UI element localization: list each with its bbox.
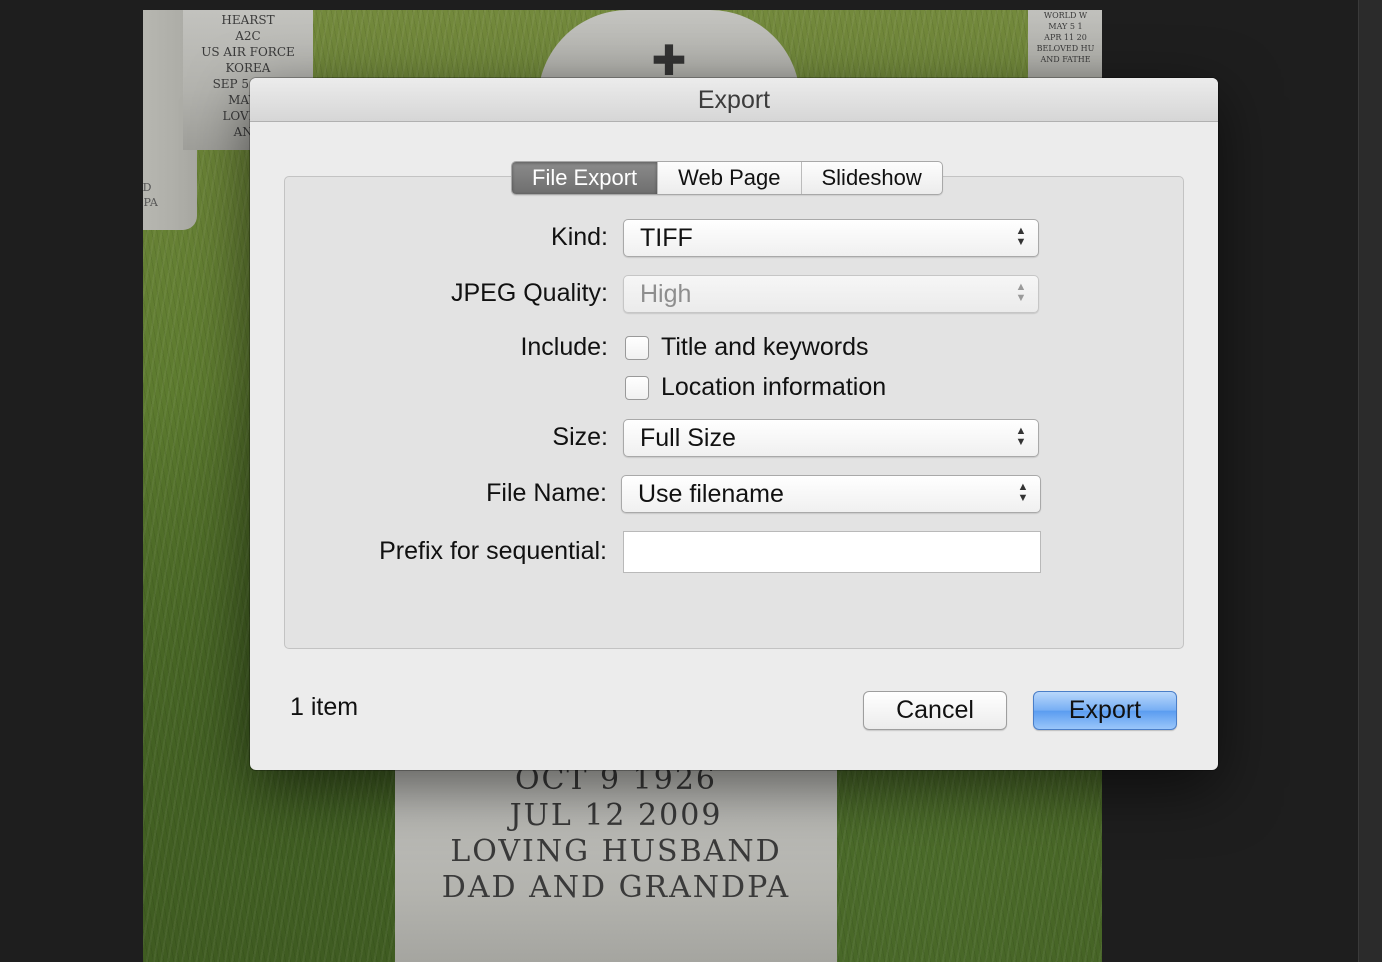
headstone-line: MAY 5 1 (1048, 22, 1083, 31)
headstone-line: A2C (235, 29, 261, 43)
file-name-popup[interactable]: Use filename ▲ ▼ (621, 475, 1041, 513)
headstone-line: 9 (143, 165, 158, 180)
include-location-info[interactable]: Location information (625, 373, 886, 402)
kind-popup[interactable]: TIFF ▲ ▼ (623, 219, 1039, 257)
window-edge-strip (1358, 0, 1382, 962)
headstone-line: AND (143, 181, 152, 194)
popup-arrows-icon: ▲ ▼ (1017, 481, 1029, 504)
popup-arrows-icon: ▲ ▼ (1015, 425, 1027, 448)
headstone-far-left-text: 9 AND NDPA (143, 165, 158, 210)
prefix-label: Prefix for sequential: (379, 537, 607, 565)
headstone-line: JUL 12 2009 (509, 798, 723, 833)
headstone-line: US AIR FORCE (201, 45, 295, 59)
tab-file-export[interactable]: File Export (512, 162, 658, 194)
size-value: Full Size (640, 424, 736, 452)
cross-icon: ✚ (651, 36, 687, 85)
kind-value: TIFF (640, 224, 693, 252)
export-button[interactable]: Export (1033, 691, 1177, 730)
tab-slideshow[interactable]: Slideshow (800, 162, 942, 194)
kind-label: Kind: (551, 223, 608, 251)
headstone-line: WORLD W (1043, 11, 1088, 20)
headstone-line: KOREA (225, 61, 271, 75)
size-popup[interactable]: Full Size ▲ ▼ (623, 419, 1039, 457)
headstone-line: HEARST (221, 13, 275, 27)
headstone-bottom: OCT 9 1926 JUL 12 2009 LOVING HUSBAND DA… (395, 750, 837, 962)
title-keywords-checkbox[interactable] (625, 335, 649, 360)
location-info-label: Location information (661, 373, 887, 401)
headstone-line: APR 11 20 (1044, 33, 1087, 42)
headstone-line: BELOVED HU (1036, 44, 1095, 53)
title-keywords-label: Title and keywords (661, 333, 869, 361)
item-count: 1 item (290, 693, 359, 721)
headstone-line: DAD AND GRANDPA (441, 870, 791, 905)
include-title-keywords[interactable]: Title and keywords (625, 333, 869, 362)
prefix-input[interactable] (623, 531, 1041, 573)
tab-web-page[interactable]: Web Page (657, 162, 800, 194)
include-label: Include: (520, 333, 608, 361)
export-tabs: File Export Web Page Slideshow (511, 161, 943, 195)
popup-arrows-icon: ▲ ▼ (1015, 225, 1027, 248)
headstone-line: AND FATHE (1040, 55, 1091, 64)
headstone-line: NDPA (143, 196, 158, 209)
cancel-button[interactable]: Cancel (863, 691, 1007, 730)
export-dialog: Export File Export Web Page Slideshow Ki… (250, 78, 1218, 770)
headstone-line: LOVING HUSBAND (450, 834, 782, 869)
jpeg-quality-popup: High ▲ ▼ (623, 275, 1039, 313)
location-info-checkbox[interactable] (625, 375, 649, 400)
file-name-value: Use filename (638, 480, 784, 508)
jpeg-quality-label: JPEG Quality: (451, 279, 608, 307)
file-name-label: File Name: (486, 479, 607, 507)
jpeg-quality-value: High (640, 280, 692, 308)
popup-arrows-icon: ▲ ▼ (1015, 281, 1027, 304)
size-label: Size: (552, 423, 608, 451)
dialog-title: Export (250, 78, 1218, 122)
